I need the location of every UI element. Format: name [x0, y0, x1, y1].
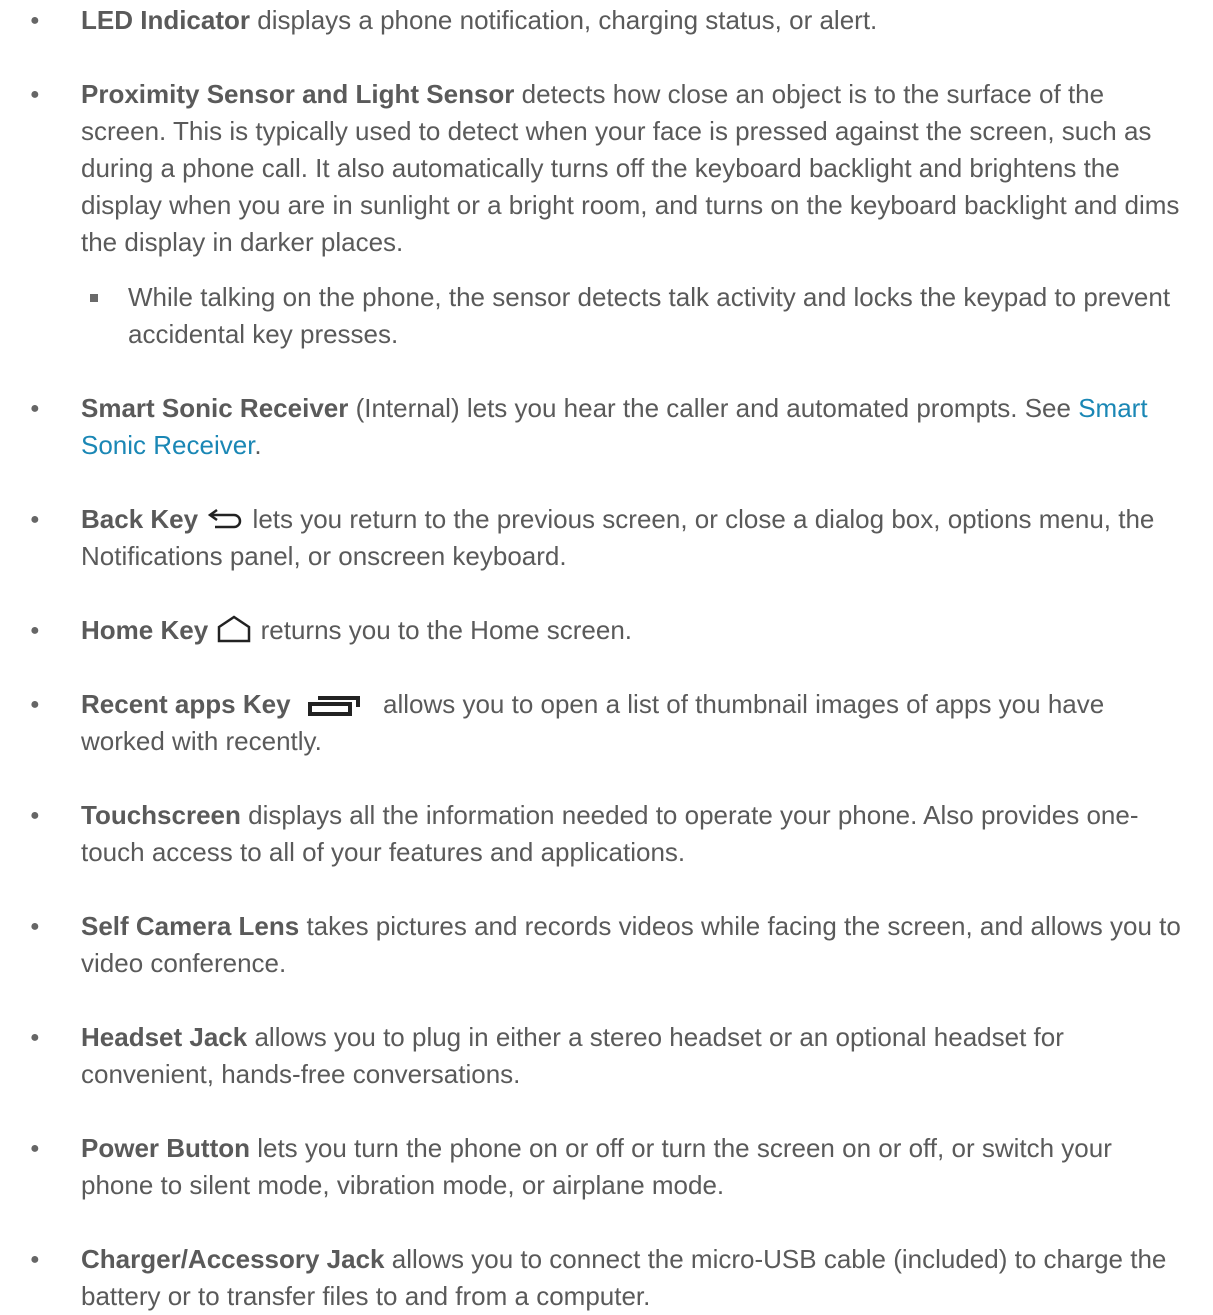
- term: LED Indicator: [81, 5, 251, 35]
- list-item-led-indicator: ● LED Indicator displays a phone notific…: [30, 2, 1191, 39]
- sub-list-item: While talking on the phone, the sensor d…: [81, 279, 1188, 353]
- square-bullet: [90, 294, 98, 302]
- list-item-home-key: ● Home Key returns you to the Home scree…: [30, 612, 1191, 649]
- recent-apps-icon: [307, 696, 360, 716]
- term: Smart Sonic Receiver: [81, 393, 349, 423]
- term: Back Key: [81, 504, 199, 534]
- back-arrow-icon: [208, 508, 242, 529]
- list-item-recent-apps-key: ● Recent apps Key allows you to open a l…: [30, 686, 1191, 760]
- term: Recent apps Key: [81, 689, 291, 719]
- list-item-smart-sonic-receiver: ● Smart Sonic Receiver (Internal) lets y…: [30, 390, 1191, 464]
- list-item-back-key: ● Back Key lets you return to the previo…: [30, 501, 1191, 575]
- bullet: ●: [30, 696, 40, 713]
- sub-description: While talking on the phone, the sensor d…: [128, 282, 1171, 349]
- home-outline-icon: [218, 615, 251, 643]
- description: displays a phone notification, charging …: [250, 5, 878, 35]
- bullet: ●: [30, 12, 40, 29]
- term: Charger/Accessory Jack: [81, 1244, 385, 1274]
- bullet: ●: [30, 918, 40, 935]
- bullet: ●: [30, 86, 40, 103]
- description: returns you to the Home screen.: [253, 615, 633, 645]
- bullet: ●: [30, 1251, 40, 1268]
- list-item-proximity-sensor: ● Proximity Sensor and Light Sensor dete…: [30, 76, 1191, 261]
- list-item-power-button: ● Power Button lets you turn the phone o…: [30, 1130, 1191, 1204]
- list-item-charger-jack: ● Charger/Accessory Jack allows you to c…: [30, 1241, 1191, 1315]
- term: Headset Jack: [81, 1022, 248, 1052]
- description: (Internal) lets you hear the caller and …: [348, 393, 1079, 423]
- description-end: .: [254, 430, 262, 460]
- bullet: ●: [30, 1029, 40, 1046]
- term: Touchscreen: [81, 800, 241, 830]
- bullet: ●: [30, 511, 40, 528]
- bullet: ●: [30, 400, 40, 417]
- bullet: ●: [30, 807, 40, 824]
- term: Self Camera Lens: [81, 911, 300, 941]
- term: Home Key: [81, 615, 209, 645]
- term: Power Button: [81, 1133, 250, 1163]
- list-item-touchscreen: ● Touchscreen displays all the informati…: [30, 797, 1191, 871]
- bullet: ●: [30, 1140, 40, 1157]
- term: Proximity Sensor and Light Sensor: [81, 79, 515, 109]
- bullet: ●: [30, 622, 40, 639]
- list-item-headset-jack: ● Headset Jack allows you to plug in eit…: [30, 1019, 1191, 1093]
- list-item-self-camera-lens: ● Self Camera Lens takes pictures and re…: [30, 908, 1191, 982]
